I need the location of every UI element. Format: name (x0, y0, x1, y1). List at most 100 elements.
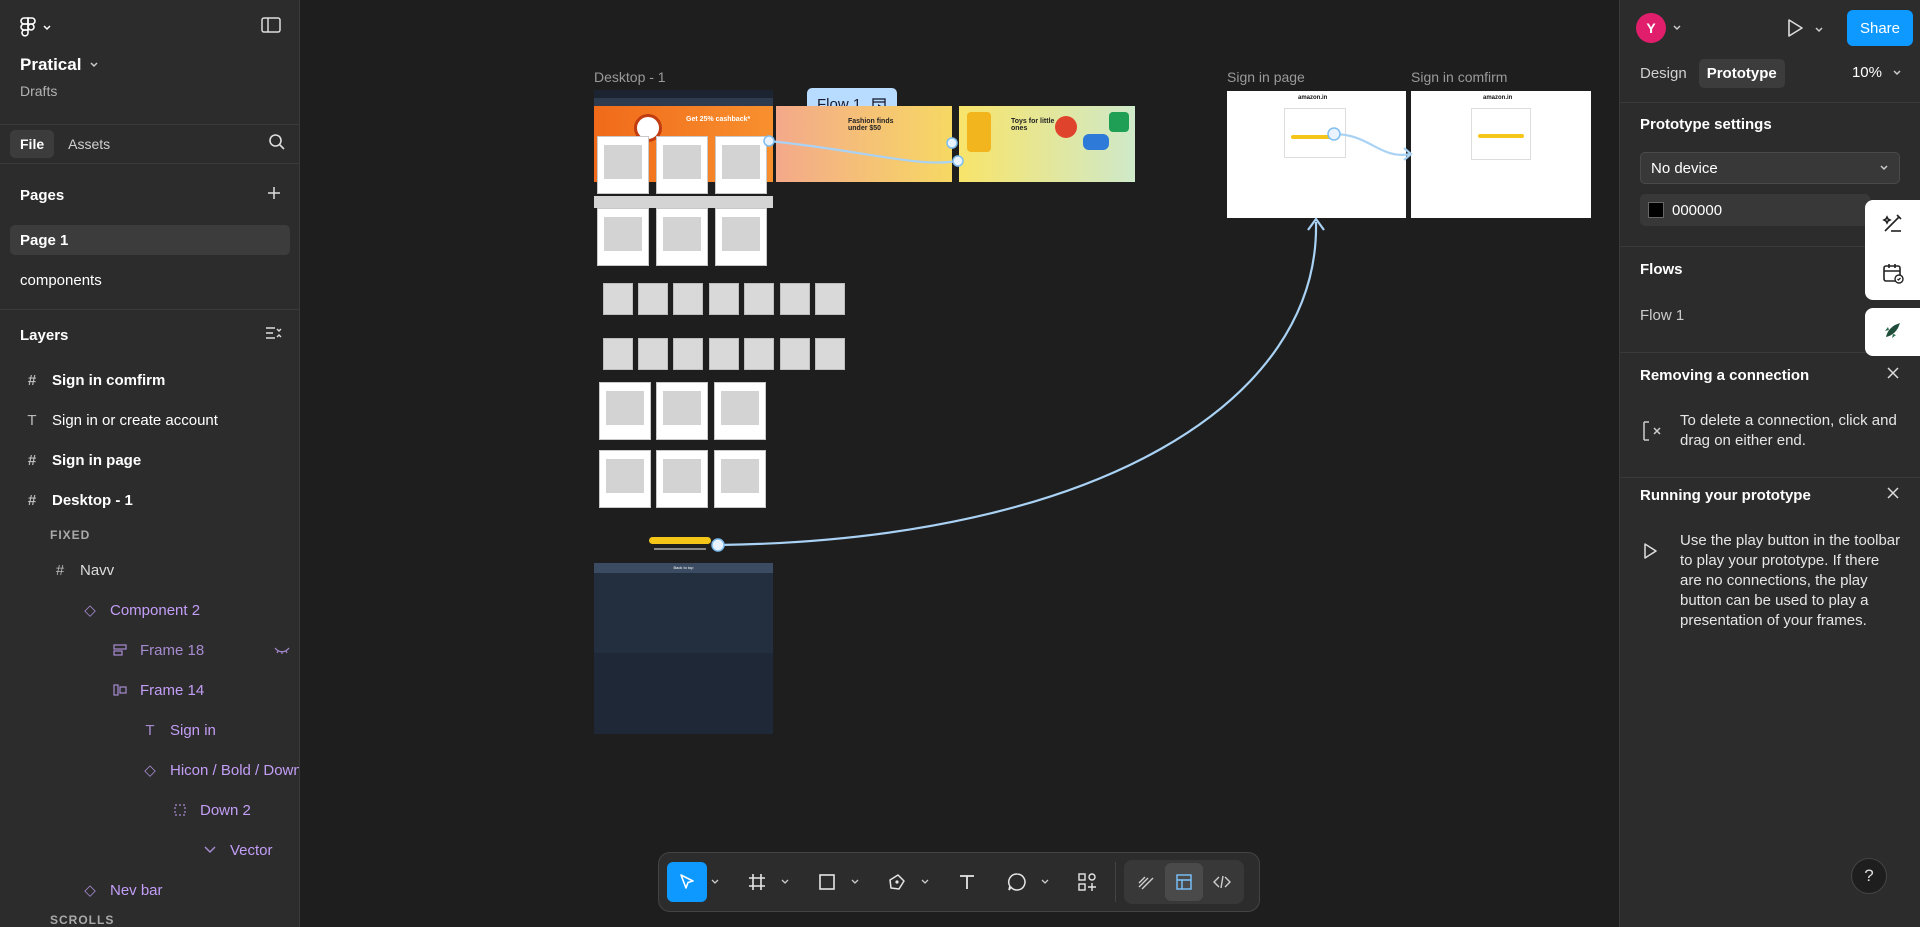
layer-group-label-fixed: FIXED (50, 528, 91, 542)
frame-icon (749, 874, 765, 890)
pages-header: Pages (0, 184, 299, 206)
tab-design[interactable]: Design (1632, 59, 1695, 88)
text-icon: T (27, 411, 37, 429)
left-panel: Pratical Drafts File Assets Pages Page 1… (0, 0, 300, 927)
rectangle-icon (819, 874, 835, 890)
layer-sign-in[interactable]: T Sign in (140, 710, 216, 750)
flow-item[interactable]: Flow 1 (1640, 307, 1684, 324)
connection-banner (768, 139, 958, 164)
layer-sign-in-page[interactable]: # Sign in page (22, 440, 141, 480)
layer-label: Sign in page (52, 451, 142, 469)
close-icon[interactable] (1886, 366, 1900, 385)
layer-frame-14[interactable]: Frame 14 (110, 670, 204, 710)
main-menu-button[interactable] (20, 16, 52, 39)
connection-node (946, 137, 958, 149)
collapse-layers-icon[interactable] (264, 325, 282, 345)
play-icon (1642, 542, 1658, 565)
comment-icon (1007, 873, 1026, 891)
tab-prototype[interactable]: Prototype (1698, 58, 1785, 88)
zoom-control[interactable]: 10% (1852, 64, 1902, 81)
canvas[interactable]: Desktop - 1 Sign in page Sign in comfirm… (300, 0, 1619, 927)
chevron-down-icon (1893, 69, 1901, 75)
layer-hicon-bold-down[interactable]: ◇ Hicon / Bold / Down (140, 750, 299, 790)
layer-nev-bar[interactable]: ◇ Nev bar (80, 870, 163, 910)
chevron-down-icon[interactable] (777, 879, 793, 885)
dev-mode-button[interactable] (1203, 863, 1241, 901)
page-item-components[interactable]: components (10, 265, 290, 295)
project-info: Pratical Drafts (0, 55, 299, 99)
divider (0, 309, 299, 310)
layer-down-2[interactable]: Down 2 (170, 790, 251, 830)
close-icon[interactable] (1886, 486, 1900, 505)
right-panel-header: Y Share (1620, 0, 1920, 55)
layer-desktop-1[interactable]: # Desktop - 1 (22, 480, 133, 520)
design-mode-button[interactable] (1165, 863, 1203, 901)
flows-title: Flows (1640, 261, 1683, 278)
comment-tool-button[interactable] (997, 862, 1037, 902)
auto-layout-icon (110, 684, 130, 696)
device-select[interactable]: No device (1640, 152, 1900, 184)
chevron-down-icon[interactable] (917, 879, 933, 885)
auto-layout-icon (110, 644, 130, 656)
connection-node (1327, 127, 1341, 141)
actions-tool-button[interactable] (1067, 862, 1107, 902)
layers-title: Layers (20, 326, 69, 344)
chevron-down-icon[interactable] (847, 879, 863, 885)
frame-tool-button[interactable] (737, 862, 777, 902)
text-tool-button[interactable] (947, 862, 987, 902)
layers-header: Layers (0, 324, 299, 346)
layer-label: Component 2 (110, 601, 201, 619)
component-icon: ◇ (144, 762, 156, 779)
connection-node (763, 135, 775, 147)
pen-tool-button[interactable] (877, 862, 917, 902)
chevron-down-icon[interactable] (1672, 23, 1682, 33)
tab-file[interactable]: File (10, 130, 55, 158)
hidden-eye-icon[interactable] (274, 642, 290, 659)
layer-label: Sign in or create account (52, 411, 218, 429)
components-grid-icon (1078, 873, 1096, 891)
layer-sign-in-comfirm[interactable]: # Sign in comfirm (22, 360, 166, 400)
layer-frame-18[interactable]: Frame 18 (110, 630, 290, 670)
connection-node (952, 155, 964, 167)
avatar[interactable]: Y (1636, 12, 1666, 43)
tab-assets[interactable]: Assets (58, 130, 120, 158)
running-prototype-title: Running your prototype (1640, 487, 1811, 504)
project-name-button[interactable]: Pratical (20, 55, 279, 75)
toggle-sidebar-icon[interactable] (261, 17, 281, 38)
figma-logo-icon (20, 16, 36, 37)
removing-connection-text: To delete a connection, click and drag o… (1680, 412, 1897, 449)
frame-icon: # (27, 491, 37, 509)
layer-vector[interactable]: Vector (200, 830, 273, 870)
frame-icon: # (27, 371, 37, 389)
layer-label: Frame 18 (140, 641, 205, 659)
zoom-level: 10% (1851, 64, 1882, 81)
bottom-toolbar (658, 852, 1260, 912)
shape-tool-button[interactable] (807, 862, 847, 902)
color-swatch[interactable] (1648, 202, 1664, 218)
toolbar-divider (1115, 862, 1116, 902)
share-button[interactable]: Share (1847, 10, 1913, 46)
layer-label: Sign in (170, 721, 216, 739)
project-location[interactable]: Drafts (20, 83, 279, 99)
layer-sign-in-or-create-account[interactable]: T Sign in or create account (22, 400, 218, 440)
move-tool-button[interactable] (667, 862, 707, 902)
project-name: Pratical (20, 55, 82, 74)
plugin-launcher[interactable] (1865, 308, 1920, 356)
layer-label: Nev bar (110, 881, 163, 899)
background-color-field[interactable]: 000000 (1640, 194, 1870, 226)
add-page-icon[interactable] (266, 185, 282, 205)
layer-component-2[interactable]: ◇ Component 2 (80, 590, 200, 630)
text-icon (960, 875, 974, 889)
play-icon[interactable] (1785, 17, 1805, 44)
chevron-down-icon[interactable] (1814, 22, 1824, 40)
text-icon: T (145, 721, 155, 739)
search-icon[interactable] (268, 133, 286, 156)
page-item-page-1[interactable]: Page 1 (10, 225, 290, 255)
calendar-check-icon[interactable] (1881, 261, 1905, 290)
chevron-down-icon[interactable] (1037, 879, 1053, 885)
chevron-down-icon[interactable] (707, 879, 723, 885)
draw-mode-button[interactable] (1127, 863, 1165, 901)
magic-edit-icon[interactable] (1881, 211, 1905, 240)
help-button[interactable]: ? (1851, 858, 1887, 894)
layer-navv[interactable]: # Navv (50, 550, 114, 590)
